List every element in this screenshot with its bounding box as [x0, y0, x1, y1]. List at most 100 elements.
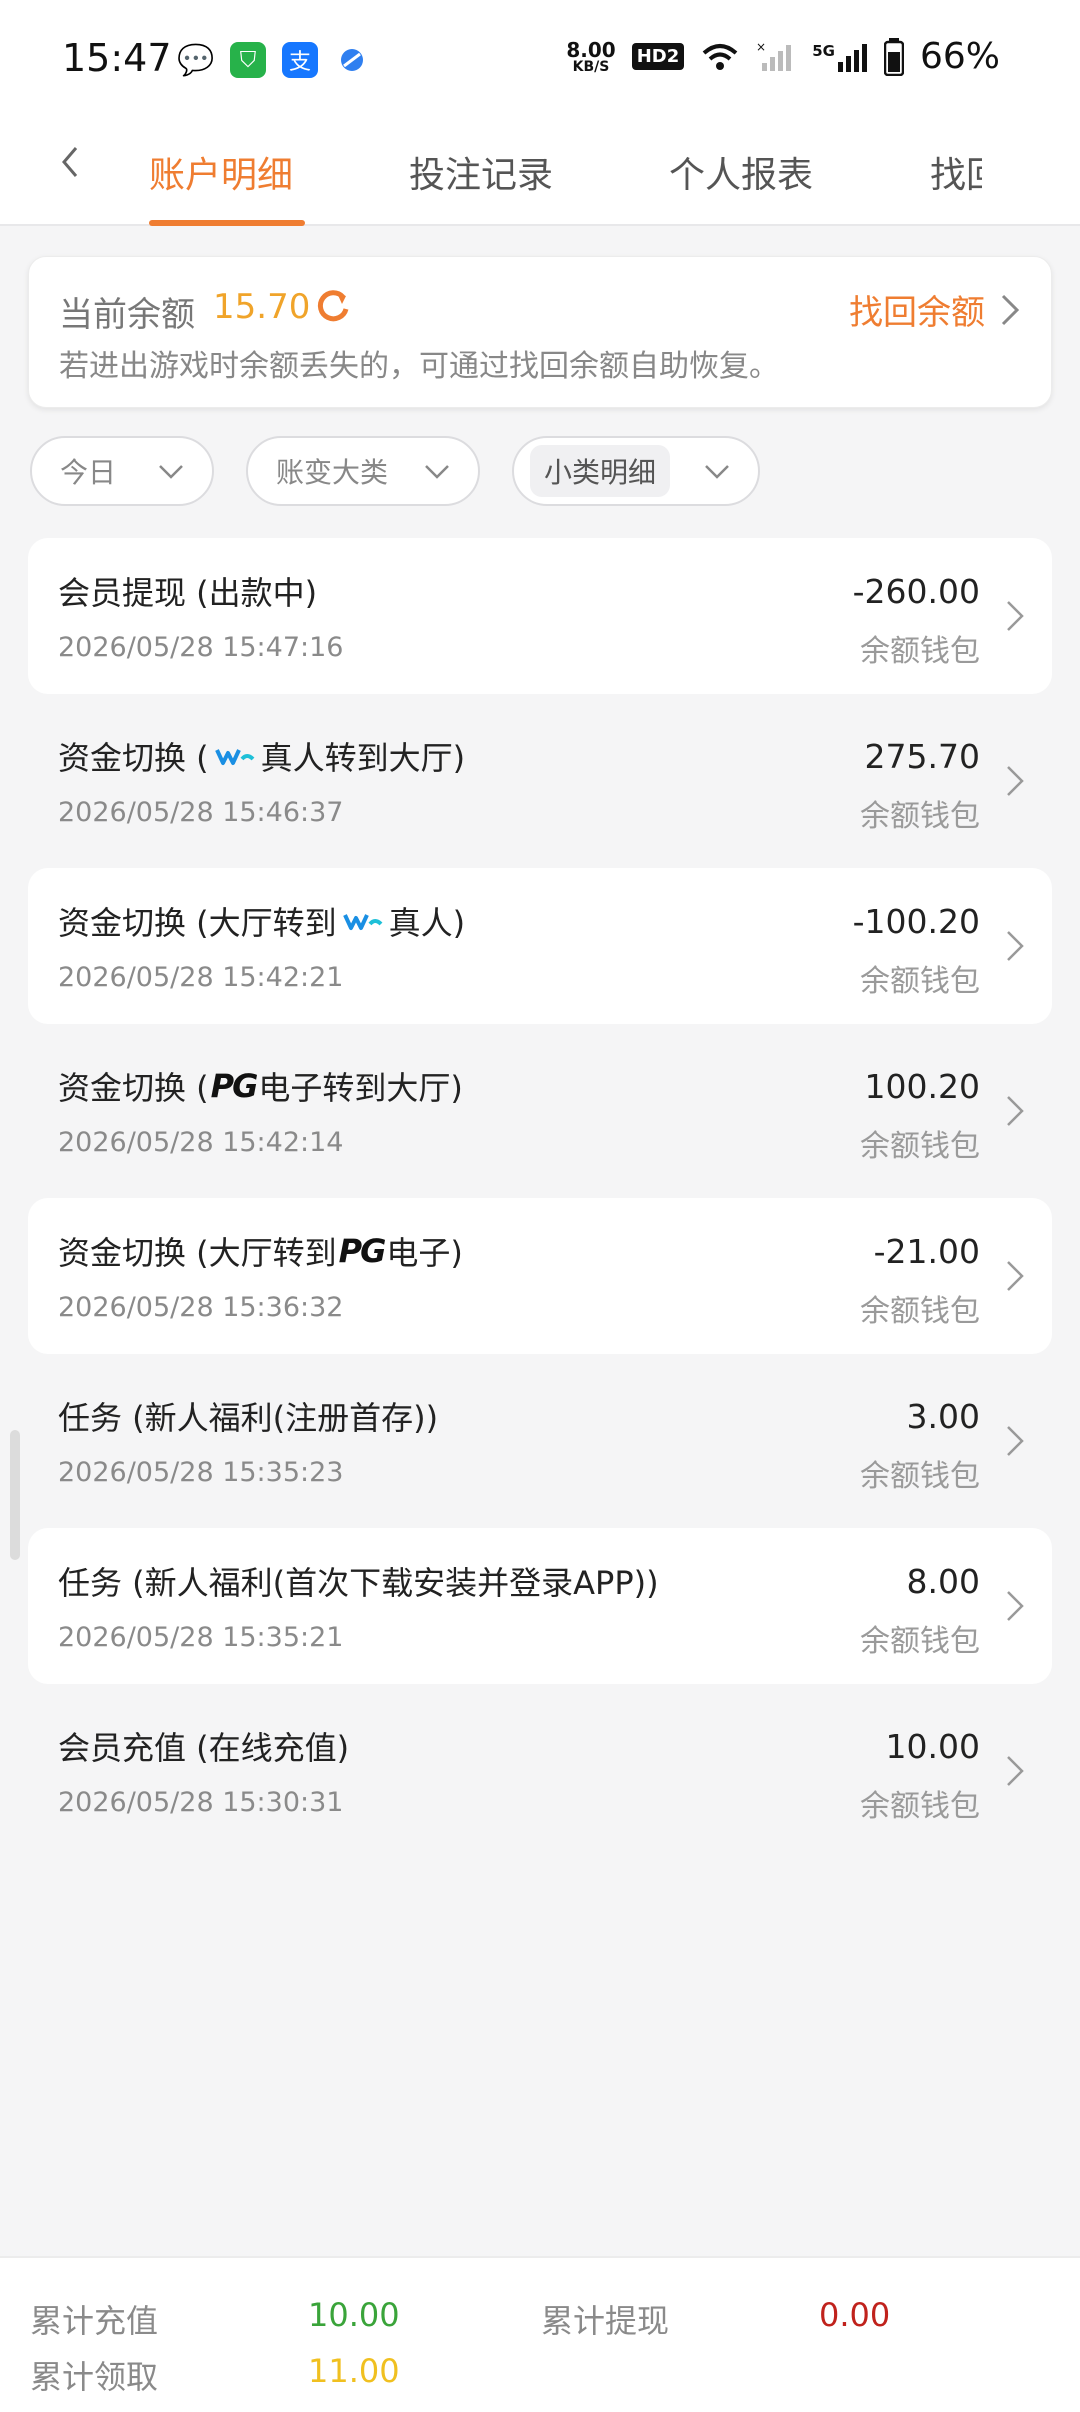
tab-bet-records[interactable]: 投注记录 — [409, 146, 553, 198]
transaction-row[interactable]: 资金切换 (PG 电子转到大厅) 2026/05/28 15:42:14 100.20… — [28, 1033, 1052, 1189]
chevron-down-icon — [159, 465, 183, 479]
chevron-right-icon — [1007, 1756, 1024, 1786]
transaction-title-text: 资金切换 ( — [58, 1069, 209, 1107]
total-withdraw-value: 0.00 — [819, 2296, 891, 2334]
transaction-row[interactable]: 任务 (新人福利(注册首存)) 2026/05/28 15:35:23 3.00 余额… — [28, 1363, 1052, 1519]
transaction-wallet: 余额钱包 — [860, 634, 980, 669]
transaction-title-suffix: 电子转到大厅) — [258, 1069, 463, 1107]
tab-personal-report[interactable]: 个人报表 — [669, 146, 813, 198]
chevron-right-icon — [1007, 601, 1024, 631]
transaction-amount: -260.00 — [852, 572, 980, 611]
shield-app-icon: ⛉ — [230, 42, 266, 78]
category-filter[interactable]: 账变大类 — [246, 436, 480, 506]
transaction-row[interactable]: 资金切换 ( 真人转到大厅) 2026/05/28 15:46:37 275.70 余额… — [28, 703, 1052, 859]
scrollbar[interactable] — [10, 1430, 20, 1560]
transaction-title: 资金切换 (大厅转到 PG 电子) — [58, 1228, 463, 1274]
category-filter-label: 账变大类 — [276, 456, 389, 489]
battery-icon — [883, 37, 904, 76]
transaction-wallet: 余额钱包 — [860, 1789, 980, 1824]
transaction-date: 2026/05/28 15:42:14 — [58, 1127, 344, 1158]
transaction-title-text: 任务 (新人福利(首次下载安装并登录APP)) — [58, 1564, 659, 1602]
transaction-date: 2026/05/28 15:47:16 — [58, 632, 344, 663]
transaction-title-text: 任务 (新人福利(注册首存)) — [58, 1399, 439, 1437]
total-deposit-label: 累计充值 — [30, 2302, 159, 2340]
signal-5g-label: 5G — [812, 41, 835, 60]
chevron-right-icon — [1007, 1096, 1024, 1126]
balance-value: 15.70 — [213, 287, 311, 327]
transaction-row[interactable]: 会员充值 (在线充值) 2026/05/28 15:30:31 10.00 余额钱包 — [28, 1693, 1052, 1849]
date-filter[interactable]: 今日 — [30, 436, 214, 506]
status-bar: 15:47 💬 ⛉ 支 8.00 KB/S HD2 × 5G 66% — [0, 0, 1080, 120]
transaction-title: 会员提现 (出款中) — [58, 568, 317, 614]
active-tab-indicator — [149, 220, 305, 226]
summary-footer: 累计充值 10.00 累计提现 0.00 累计领取 11.00 — [0, 2256, 1080, 2412]
transaction-row[interactable]: 资金切换 (大厅转到 真人) 2026/05/28 15:42:21 -100.20 余… — [28, 868, 1052, 1024]
tab-account-details[interactable]: 账户明细 — [149, 146, 293, 198]
transaction-title-suffix: 真人转到大厅) — [260, 739, 466, 777]
transaction-wallet: 余额钱包 — [860, 799, 980, 834]
chevron-left-icon — [62, 147, 78, 177]
transaction-date: 2026/05/28 15:36:32 — [58, 1292, 344, 1323]
transaction-row[interactable]: 任务 (新人福利(首次下载安装并登录APP)) 2026/05/28 15:35:… — [28, 1528, 1052, 1684]
transaction-title-text: 会员提现 (出款中) — [58, 574, 318, 612]
transaction-title: 资金切换 (大厅转到 真人) — [58, 898, 465, 944]
back-button[interactable] — [50, 140, 94, 184]
subcategory-filter-label: 小类明细 — [530, 445, 671, 497]
status-app-icons: 💬 ⛉ 支 — [177, 42, 370, 78]
status-time: 15:47 — [62, 36, 172, 80]
transaction-wallet: 余额钱包 — [860, 1129, 980, 1164]
svg-text:×: × — [756, 41, 766, 54]
chevron-right-icon — [1007, 1426, 1024, 1456]
transaction-title: 任务 (新人福利(首次下载安装并登录APP)) — [58, 1558, 659, 1604]
transaction-date: 2026/05/28 15:35:21 — [58, 1622, 344, 1653]
transaction-wallet: 余额钱包 — [860, 1624, 980, 1659]
transaction-amount: 275.70 — [864, 737, 980, 776]
net-speed-unit: KB/S — [572, 58, 610, 75]
transaction-date: 2026/05/28 15:42:21 — [58, 962, 344, 993]
transaction-row[interactable]: 会员提现 (出款中) 2026/05/28 15:47:16 -260.00 余额钱包 — [28, 538, 1052, 694]
subcategory-filter[interactable]: 小类明细 — [512, 436, 760, 506]
pg-logo-icon: PG — [210, 1067, 259, 1105]
transaction-wallet: 余额钱包 — [860, 1459, 980, 1494]
transaction-title-text: 资金切换 ( — [58, 739, 209, 777]
recover-balance-label: 找回余额 — [849, 293, 985, 333]
total-claim-value: 11.00 — [308, 2352, 400, 2390]
transaction-amount: -21.00 — [873, 1232, 980, 1271]
chevron-down-icon — [425, 465, 449, 479]
total-withdraw-label: 累计提现 — [541, 2302, 670, 2340]
balance-card: 当前余额 15.70 若进出游戏时余额丢失的，可通过找回余额自助恢复。 找回余额 — [28, 256, 1052, 408]
refresh-icon[interactable] — [313, 287, 353, 327]
transaction-title-suffix: 真人) — [388, 904, 466, 942]
balance-label: 当前余额 — [59, 295, 195, 335]
wm-logo-icon — [342, 914, 383, 930]
net-speed-value: 8.00 — [566, 37, 616, 62]
chevron-right-icon — [1007, 1261, 1024, 1291]
transaction-title: 资金切换 ( 真人转到大厅) — [58, 733, 465, 779]
transaction-date: 2026/05/28 15:46:37 — [58, 797, 344, 828]
transaction-title-text: 资金切换 (大厅转到 — [58, 904, 337, 942]
net-speed: 8.00 KB/S — [566, 40, 615, 74]
transaction-amount: 8.00 — [906, 1562, 980, 1601]
transaction-wallet: 余额钱包 — [860, 1294, 980, 1329]
top-nav: 账户明细 投注记录 个人报表 找回 — [0, 120, 1080, 226]
transaction-title: 任务 (新人福利(注册首存)) — [58, 1393, 438, 1439]
transaction-title-text: 资金切换 (大厅转到 — [58, 1234, 337, 1272]
tab-recover[interactable]: 找回 — [930, 146, 982, 198]
transaction-date: 2026/05/28 15:30:31 — [58, 1787, 344, 1818]
balance-hint: 若进出游戏时余额丢失的，可通过找回余额自助恢复。 — [59, 349, 779, 384]
transaction-amount: -100.20 — [852, 902, 980, 941]
transaction-amount: 100.20 — [864, 1067, 980, 1106]
chevron-right-icon — [1007, 931, 1024, 961]
status-indicators: 8.00 KB/S HD2 × 5G 66% — [566, 36, 1000, 77]
transaction-row[interactable]: 资金切换 (大厅转到 PG 电子) 2026/05/28 15:36:32 -21.00… — [28, 1198, 1052, 1354]
transaction-amount: 3.00 — [906, 1397, 980, 1436]
date-filter-label: 今日 — [60, 456, 117, 489]
chevron-right-icon — [1007, 766, 1024, 796]
alipay-icon: 支 — [282, 42, 318, 78]
hd-badge: HD2 — [631, 43, 685, 70]
browser-app-icon — [334, 42, 370, 78]
recover-balance-link[interactable]: 找回余额 — [849, 285, 1021, 334]
transaction-title-suffix: 电子) — [386, 1234, 463, 1272]
transaction-wallet: 余额钱包 — [860, 964, 980, 999]
total-claim-label: 累计领取 — [30, 2358, 159, 2396]
